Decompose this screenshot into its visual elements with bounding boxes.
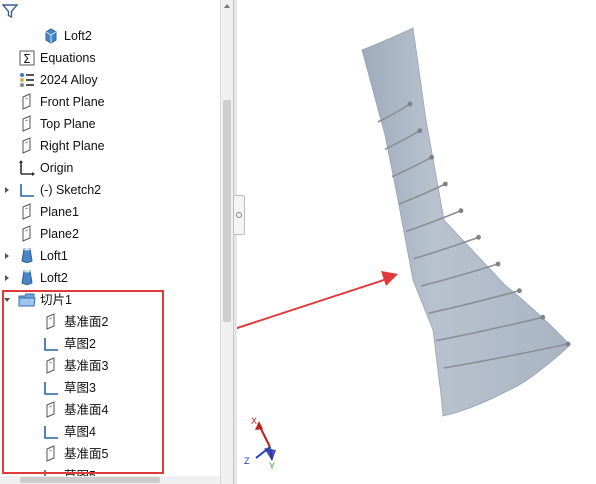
sketch-icon: [18, 181, 36, 199]
tree-item[interactable]: 切片1: [18, 289, 72, 311]
loft-icon: [18, 247, 36, 265]
tree-item[interactable]: 草图4: [42, 421, 96, 443]
tree-item[interactable]: 基准面5: [42, 443, 108, 465]
filter-icon[interactable]: [2, 3, 18, 19]
plane-icon: [18, 203, 36, 221]
folder-icon: [18, 291, 36, 309]
tree-item[interactable]: Plane1: [18, 201, 79, 223]
tree-item[interactable]: Front Plane: [18, 91, 105, 113]
scroll-up-arrow-icon[interactable]: [223, 2, 231, 10]
slice-ring-endpoint: [458, 208, 464, 214]
tree-item-label: 切片1: [40, 293, 72, 307]
tree-item-label: (-) Sketch2: [40, 183, 102, 197]
collapse-arrow-icon[interactable]: [3, 245, 11, 267]
plane-icon: [18, 225, 36, 243]
tree-item[interactable]: Top Plane: [18, 113, 96, 135]
tree-item-label: Equations: [40, 51, 96, 65]
tree-item[interactable]: Loft2: [18, 267, 68, 289]
slice-ring-endpoint: [407, 101, 413, 107]
slice-ring-endpoint: [540, 314, 546, 320]
tree-item-label: 2024 Alloy: [40, 73, 98, 87]
tree-item-label: Right Plane: [40, 139, 105, 153]
tree-item[interactable]: 基准面3: [42, 355, 108, 377]
expand-arrow-icon[interactable]: [3, 289, 11, 311]
horizontal-scrollbar[interactable]: [0, 476, 220, 484]
tree-item-label: 基准面3: [64, 359, 109, 373]
slice-ring-endpoint: [495, 261, 501, 267]
equations-icon: Σ: [18, 49, 36, 67]
tree-item[interactable]: 2024 Alloy: [18, 69, 98, 91]
tree-item[interactable]: 基准面2: [42, 311, 108, 333]
tree-item[interactable]: Origin: [18, 157, 73, 179]
slice-ring-endpoint: [442, 181, 448, 187]
tree-item[interactable]: Right Plane: [18, 135, 105, 157]
plane-icon: [42, 401, 60, 419]
tree-item-label: Front Plane: [40, 95, 105, 109]
tree-item[interactable]: (-) Sketch2: [18, 179, 101, 201]
horizontal-scroll-thumb[interactable]: [20, 477, 160, 483]
collapse-arrow-icon[interactable]: [3, 179, 11, 201]
tree-item[interactable]: 草图3: [42, 377, 96, 399]
loft-feature-icon: [42, 27, 60, 45]
sketch-icon: [42, 423, 60, 441]
tree-item-label: Plane2: [40, 227, 79, 241]
tree-item[interactable]: Σ Equations: [18, 47, 96, 69]
feature-manager-tree: Loft2 Σ Equations 2024 Alloy Front Plane Top …: [0, 0, 233, 484]
plane-icon: [42, 357, 60, 375]
tree-item-label: 草图4: [64, 425, 96, 439]
tree-item-label: Top Plane: [40, 117, 96, 131]
slice-ring-endpoint: [417, 128, 423, 134]
triad-y-label: Y: [269, 461, 275, 471]
tree-item-label: Loft1: [40, 249, 68, 263]
tree-item-label: Loft2: [40, 271, 68, 285]
svg-text:Σ: Σ: [23, 52, 31, 66]
tree-item[interactable]: Loft1: [18, 245, 68, 267]
tree-item[interactable]: Plane2: [18, 223, 79, 245]
coordinate-triad: X Y Z: [244, 416, 276, 471]
triad-z-label: Z: [244, 456, 250, 466]
collapse-arrow-icon[interactable]: [3, 267, 11, 289]
annotation-arrow: [237, 271, 398, 330]
tree-item-label: 基准面2: [64, 315, 109, 329]
vertical-scrollbar[interactable]: [220, 0, 234, 484]
tree-item-label: Origin: [40, 161, 74, 175]
tree-item[interactable]: 草图2: [42, 333, 96, 355]
origin-icon: [18, 159, 36, 177]
tree-item-label: 基准面5: [64, 447, 109, 461]
plane-icon: [18, 93, 36, 111]
plane-icon: [18, 137, 36, 155]
loft-body-surface: [361, 27, 571, 417]
material-icon: [18, 71, 36, 89]
slice-ring-endpoint: [429, 154, 435, 160]
slice-ring-endpoint: [565, 341, 571, 347]
loft-body-model: [361, 27, 571, 417]
sketch-icon: [42, 379, 60, 397]
slice-ring-endpoint: [517, 288, 522, 294]
graphics-viewport[interactable]: X Y Z: [237, 0, 596, 484]
sketch-icon: [42, 335, 60, 353]
plane-icon: [42, 313, 60, 331]
tree-item-label: 草图3: [64, 381, 96, 395]
tree-item-label: 基准面4: [64, 403, 109, 417]
tree-item-label: 草图2: [64, 337, 96, 351]
tree-item-label: Plane1: [40, 205, 79, 219]
triad-x-label: X: [251, 416, 257, 426]
tree-item-label: Loft2: [64, 29, 92, 43]
plane-icon: [42, 445, 60, 463]
tree-item[interactable]: Loft2: [42, 25, 92, 47]
loft-icon: [18, 269, 36, 287]
plane-icon: [18, 115, 36, 133]
tree-item[interactable]: 基准面4: [42, 399, 108, 421]
vertical-scroll-thumb[interactable]: [223, 100, 231, 322]
slice-ring-endpoint: [476, 234, 481, 240]
